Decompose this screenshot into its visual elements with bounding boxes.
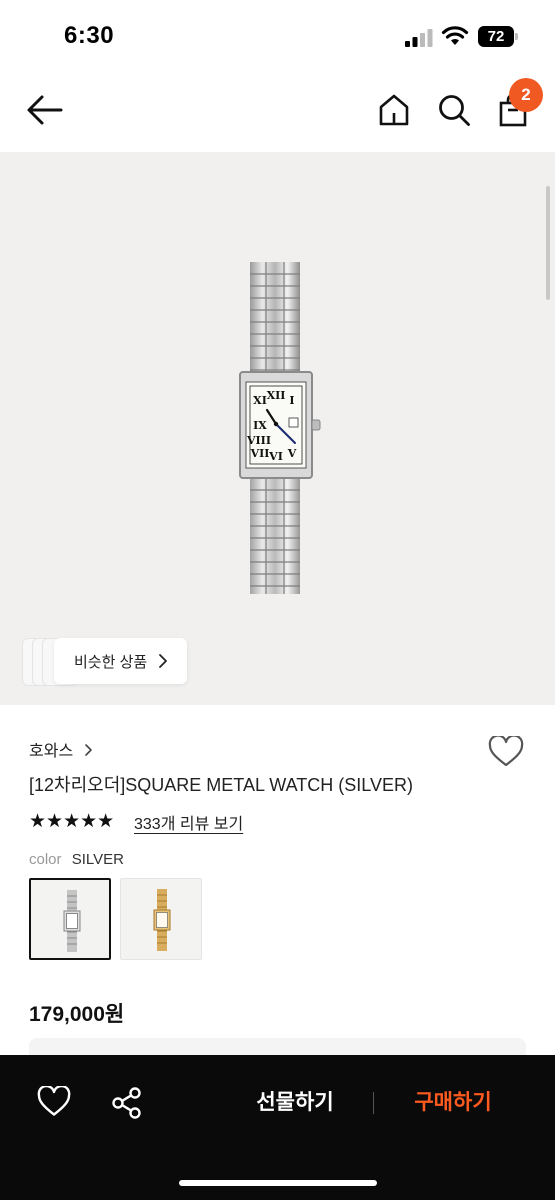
top-navigation (0, 70, 555, 150)
home-indicator (179, 1180, 377, 1186)
brand-name: 호와스 (29, 743, 74, 760)
svg-text:V: V (287, 447, 297, 460)
selected-color-value: SILVER (71, 851, 124, 868)
color-label: color (29, 851, 62, 868)
review-link[interactable]: 333개 리뷰 보기 (134, 810, 243, 834)
bottom-action-bar: 선물하기 구매하기 (0, 1055, 555, 1200)
bottom-bar-divider (373, 1092, 374, 1114)
buy-button[interactable]: 구매하기 (398, 1085, 508, 1121)
chevron-right-icon (84, 744, 92, 756)
gift-button[interactable]: 선물하기 (240, 1085, 350, 1121)
svg-text:XII: XII (267, 389, 286, 402)
color-swatch-silver[interactable] (29, 878, 111, 960)
heart-icon[interactable] (37, 1086, 71, 1118)
color-option-row: color SILVER (29, 851, 124, 868)
similar-products-button[interactable]: 비슷한 상품 (54, 638, 187, 684)
wishlist-heart-icon[interactable] (488, 736, 524, 768)
brand-link[interactable]: 호와스 (29, 737, 94, 760)
gallery-scrollbar (546, 186, 550, 300)
search-icon[interactable] (437, 93, 471, 127)
svg-text:VI: VI (268, 450, 283, 463)
svg-text:XI: XI (253, 394, 267, 407)
product-image-gallery[interactable]: XII VI IX XI I VII V VIII 비슷한 상품 (0, 152, 555, 705)
svg-text:IX: IX (253, 419, 267, 432)
similar-products-label: 비슷한 상품 (74, 654, 148, 671)
svg-text:VIII: VIII (246, 434, 271, 447)
product-price: 179,000원 (29, 1003, 125, 1026)
battery-icon: 72 (478, 26, 518, 47)
product-watch-image: XII VI IX XI I VII V VIII (239, 262, 321, 594)
home-icon[interactable] (378, 93, 410, 127)
svg-text:VII: VII (250, 447, 270, 460)
color-swatch-gold[interactable] (120, 878, 202, 960)
status-bar: 6:30 72 (0, 0, 555, 70)
status-time: 6:30 (64, 22, 115, 49)
share-icon[interactable] (110, 1086, 144, 1120)
silver-watch-thumbnail (63, 890, 81, 952)
gold-watch-thumbnail (153, 889, 171, 951)
cart-count-badge: 2 (509, 78, 543, 112)
back-arrow-icon[interactable] (26, 94, 64, 126)
product-title: [12차리오더]SQUARE METAL WATCH (SILVER) (29, 775, 413, 795)
cellular-signal-icon (405, 29, 433, 47)
chevron-right-icon (159, 654, 167, 668)
wifi-icon (441, 26, 469, 45)
svg-text:I: I (289, 394, 294, 407)
rating-stars: ★★★★★ (29, 811, 115, 832)
battery-level: 72 (478, 26, 514, 47)
